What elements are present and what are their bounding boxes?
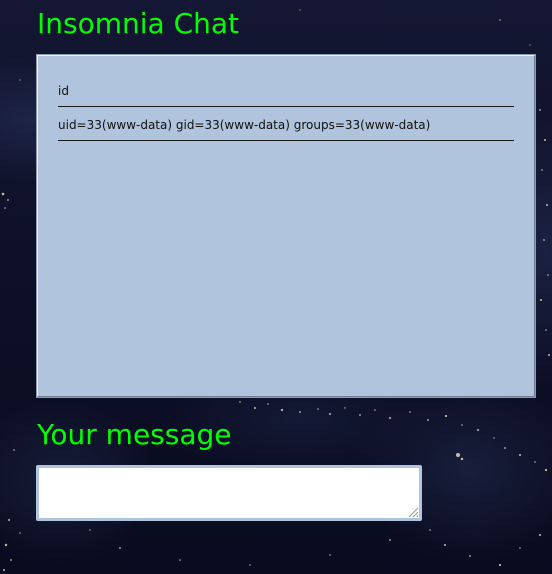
page-title: Insomnia Chat [37,7,240,40]
chat-message: uid=33(www-data) gid=33(www-data) groups… [58,116,514,141]
resize-handle-icon[interactable] [406,505,419,518]
chat-log[interactable]: id uid=33(www-data) gid=33(www-data) gro… [36,54,536,398]
message-input[interactable] [36,465,422,521]
your-message-heading: Your message [37,418,232,451]
chat-message: id [58,82,514,107]
